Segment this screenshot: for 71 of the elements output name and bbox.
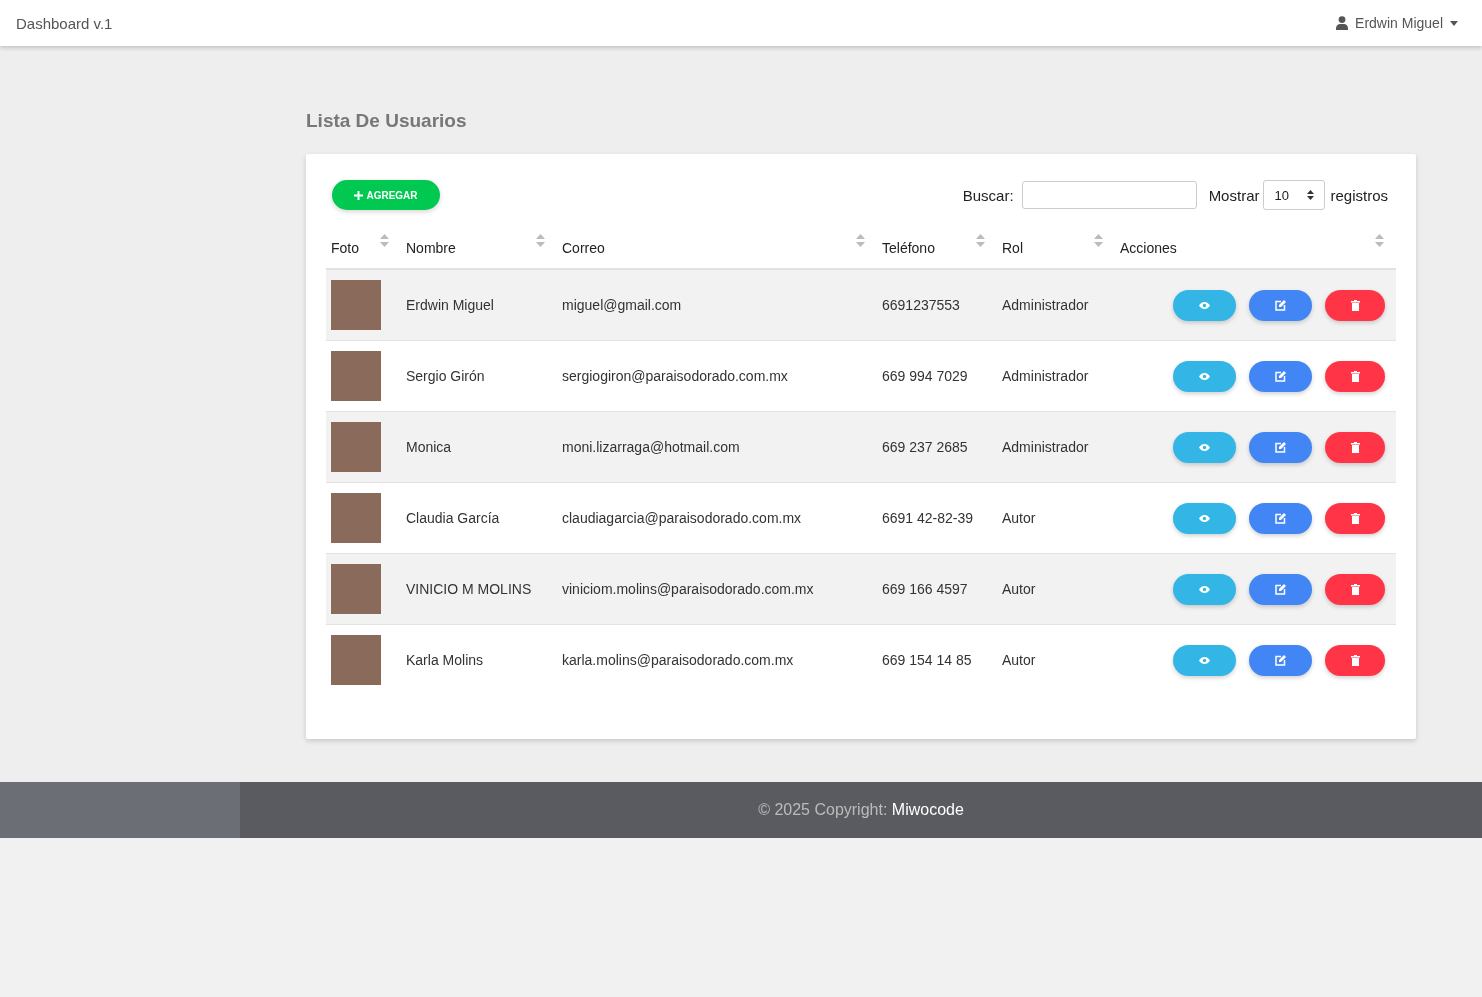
- sort-arrows-icon: [1307, 190, 1315, 200]
- eye-icon: [1199, 301, 1210, 309]
- table-cell: moni.lizarraga@hotmail.com: [557, 411, 877, 483]
- search-field[interactable]: [1021, 181, 1197, 209]
- edit-icon: [1275, 441, 1286, 453]
- trash-icon: [1350, 583, 1360, 595]
- delete-button[interactable]: [1325, 289, 1385, 321]
- table-cell: Karla Molins: [401, 624, 557, 695]
- show-label: Mostrar: [1208, 186, 1260, 204]
- table-cell: VINICIO M MOLINS: [401, 553, 557, 625]
- eye-icon: [1199, 656, 1210, 664]
- trash-icon: [1350, 441, 1360, 453]
- page-title: Lista De Usuarios: [306, 110, 468, 132]
- trash-icon: [1350, 370, 1360, 382]
- edit-button[interactable]: [1249, 573, 1312, 605]
- delete-button[interactable]: [1325, 573, 1385, 605]
- view-button[interactable]: [1173, 502, 1236, 534]
- view-button[interactable]: [1173, 644, 1236, 676]
- edit-icon: [1275, 512, 1286, 524]
- page-size-select[interactable]: 10: [1263, 180, 1326, 210]
- view-button[interactable]: [1173, 360, 1236, 392]
- table-cell: Autor: [997, 624, 1115, 695]
- photo-placeholder: [331, 351, 381, 401]
- edit-button[interactable]: [1249, 502, 1312, 534]
- table-cell: Monica: [401, 411, 557, 483]
- user-menu[interactable]: Erdwin Miguel: [1336, 15, 1458, 31]
- view-button[interactable]: [1173, 431, 1236, 463]
- photo-placeholder: [331, 564, 381, 614]
- delete-button[interactable]: [1325, 431, 1385, 463]
- photo-placeholder: [331, 422, 381, 472]
- trash-icon: [1350, 654, 1360, 666]
- eye-icon: [1199, 585, 1210, 593]
- photo-placeholder: [331, 280, 381, 330]
- photo-placeholder: [331, 493, 381, 543]
- edit-button[interactable]: [1249, 289, 1312, 321]
- eye-icon: [1199, 372, 1210, 380]
- eye-icon: [1199, 443, 1210, 451]
- photo-placeholder: [331, 635, 381, 685]
- edit-button[interactable]: [1249, 644, 1312, 676]
- edit-button[interactable]: [1249, 431, 1312, 463]
- plus-icon: [354, 190, 364, 200]
- table-cell: Administrador: [997, 411, 1115, 483]
- search-label: Buscar:: [962, 186, 1014, 204]
- delete-button[interactable]: [1325, 360, 1385, 392]
- table-cell: miguel@gmail.com: [557, 269, 877, 341]
- table-cell: 6691237553: [877, 269, 997, 341]
- records-label: registros: [1330, 186, 1388, 204]
- table-cell: 669 237 2685: [877, 411, 997, 483]
- view-button[interactable]: [1173, 573, 1236, 605]
- brand-title: Dashboard v.1: [16, 14, 113, 32]
- eye-icon: [1199, 514, 1210, 522]
- edit-icon: [1275, 583, 1286, 595]
- table-cell: viniciom.molins@paraisodorado.com.mx: [557, 553, 877, 625]
- edit-button[interactable]: [1249, 360, 1312, 392]
- table-cell: Erdwin Miguel: [401, 269, 557, 341]
- edit-icon: [1275, 299, 1286, 311]
- delete-button[interactable]: [1325, 644, 1385, 676]
- edit-icon: [1275, 370, 1286, 382]
- view-button[interactable]: [1173, 289, 1236, 321]
- table-cell: Administrador: [997, 269, 1115, 341]
- delete-button[interactable]: [1325, 502, 1385, 534]
- trash-icon: [1350, 512, 1360, 524]
- edit-icon: [1275, 654, 1286, 666]
- table-cell: 669 154 14 85: [877, 624, 997, 695]
- copyright-text: © 2025 Copyright: Miwocode: [758, 801, 964, 819]
- table-cell: karla.molins@paraisodorado.com.mx: [557, 624, 877, 695]
- table-cell: 669 166 4597: [877, 553, 997, 625]
- user-icon: [1336, 16, 1349, 30]
- caret-icon: [1450, 20, 1458, 26]
- table-cell: Autor: [997, 553, 1115, 625]
- trash-icon: [1350, 299, 1360, 311]
